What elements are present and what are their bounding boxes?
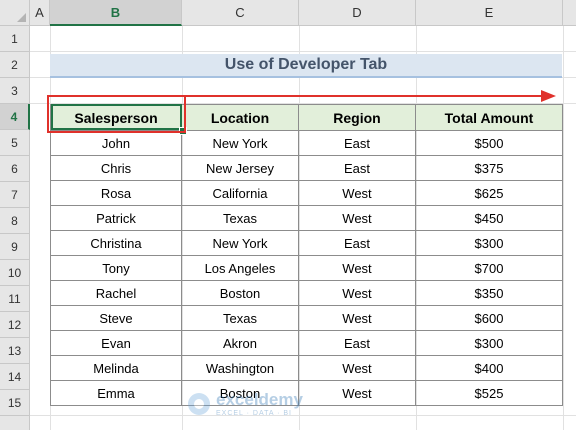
cell-location[interactable]: Texas [181,305,299,331]
row-header-15[interactable]: 15 [0,390,30,416]
cell-salesperson[interactable]: Rosa [50,180,182,206]
cell-location[interactable]: Boston [181,280,299,306]
table-row: Tony Los Angeles West $700 [50,255,563,281]
cell-salesperson[interactable]: Emma [50,380,182,406]
cell-location[interactable]: Boston [181,380,299,406]
cell-location[interactable]: California [181,180,299,206]
header-location[interactable]: Location [181,104,299,131]
row-header-4[interactable]: 4 [0,104,30,130]
table-row: Emma Boston West $525 [50,380,563,406]
select-all-icon [17,13,26,22]
cell-location[interactable]: Washington [181,355,299,381]
cell-salesperson[interactable]: Tony [50,255,182,281]
row-header-2[interactable]: 2 [0,52,30,78]
column-header-b[interactable]: B [50,0,182,26]
cell-salesperson[interactable]: Christina [50,230,182,256]
table-row: Rachel Boston West $350 [50,280,563,306]
cell-salesperson[interactable]: John [50,130,182,156]
spreadsheet: A B C D E 1 2 3 4 5 6 7 8 9 10 11 12 13 … [0,0,576,430]
table-row: Rosa California West $625 [50,180,563,206]
header-salesperson[interactable]: Salesperson [50,104,182,131]
cell-total-amount[interactable]: $500 [415,130,563,156]
right-arrow-icon [186,90,556,102]
cell-location[interactable]: New York [181,230,299,256]
header-total-amount[interactable]: Total Amount [415,104,563,131]
row-header-9[interactable]: 9 [0,234,30,260]
row-header-7[interactable]: 7 [0,182,30,208]
cell-region[interactable]: East [298,130,416,156]
row-header-11[interactable]: 11 [0,286,30,312]
cell-location[interactable]: New York [181,130,299,156]
row-header-3[interactable]: 3 [0,78,30,104]
cell-region[interactable]: East [298,230,416,256]
row-header-13[interactable]: 13 [0,338,30,364]
table-row: Patrick Texas West $450 [50,205,563,231]
cell-region[interactable]: West [298,380,416,406]
sheet-title[interactable]: Use of Developer Tab [50,54,562,78]
cell-location[interactable]: New Jersey [181,155,299,181]
cell-total-amount[interactable]: $300 [415,230,563,256]
table-row: John New York East $500 [50,130,563,156]
cell-salesperson[interactable]: Steve [50,305,182,331]
column-header-a[interactable]: A [30,0,50,26]
data-table: Salesperson Location Region Total Amount… [50,104,563,406]
fill-handle[interactable] [179,127,187,135]
watermark-tagline: EXCEL · DATA · BI [216,410,292,417]
table-row: Steve Texas West $600 [50,305,563,331]
table-row: Evan Akron East $300 [50,330,563,356]
cell-total-amount[interactable]: $625 [415,180,563,206]
header-region[interactable]: Region [298,104,416,131]
table-row: Melinda Washington West $400 [50,355,563,381]
cell-region[interactable]: East [298,155,416,181]
cell-total-amount[interactable]: $450 [415,205,563,231]
cell-total-amount[interactable]: $350 [415,280,563,306]
row-header-6[interactable]: 6 [0,156,30,182]
cell-salesperson[interactable]: Evan [50,330,182,356]
cell-total-amount[interactable]: $525 [415,380,563,406]
cell-total-amount[interactable]: $300 [415,330,563,356]
cell-salesperson[interactable]: Chris [50,155,182,181]
select-all-corner[interactable] [0,0,30,26]
cell-total-amount[interactable]: $700 [415,255,563,281]
cell-region[interactable]: West [298,205,416,231]
row-header-16[interactable] [0,416,30,430]
cell-region[interactable]: West [298,280,416,306]
cell-region[interactable]: West [298,255,416,281]
row-header-12[interactable]: 12 [0,312,30,338]
cell-region[interactable]: West [298,355,416,381]
column-header-c[interactable]: C [182,0,299,26]
cell-region[interactable]: West [298,180,416,206]
column-header-d[interactable]: D [299,0,416,26]
cell-location[interactable]: Los Angeles [181,255,299,281]
cell-region[interactable]: East [298,330,416,356]
cell-salesperson[interactable]: Rachel [50,280,182,306]
table-header-row: Salesperson Location Region Total Amount [50,104,563,131]
row-header-10[interactable]: 10 [0,260,30,286]
cell-location[interactable]: Akron [181,330,299,356]
row-header-14[interactable]: 14 [0,364,30,390]
cell-total-amount[interactable]: $400 [415,355,563,381]
cell-total-amount[interactable]: $600 [415,305,563,331]
cell-salesperson[interactable]: Patrick [50,205,182,231]
column-header-f[interactable] [563,0,576,26]
row-header-8[interactable]: 8 [0,208,30,234]
cell-region[interactable]: West [298,305,416,331]
table-row: Christina New York East $300 [50,230,563,256]
table-row: Chris New Jersey East $375 [50,155,563,181]
cell-location[interactable]: Texas [181,205,299,231]
cell-total-amount[interactable]: $375 [415,155,563,181]
row-header-5[interactable]: 5 [0,130,30,156]
column-header-e[interactable]: E [416,0,563,26]
row-header-1[interactable]: 1 [0,26,30,52]
cell-salesperson[interactable]: Melinda [50,355,182,381]
